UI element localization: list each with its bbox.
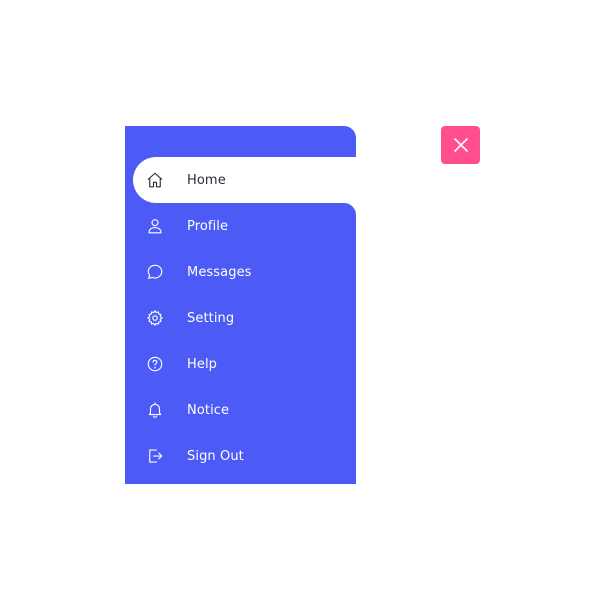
sidebar-item-help[interactable]: Help — [133, 341, 356, 387]
sidebar-item-profile[interactable]: Profile — [133, 203, 356, 249]
close-button[interactable] — [441, 126, 480, 164]
sidebar-item-label: Sign Out — [187, 448, 244, 464]
message-icon — [146, 263, 164, 281]
sidebar-item-label: Home — [187, 172, 226, 188]
sidebar-menu: Home Profile Messages Setting Help Notic… — [125, 126, 356, 484]
sign-out-icon — [146, 447, 164, 465]
sidebar-item-home[interactable]: Home — [133, 157, 356, 203]
help-icon — [146, 355, 164, 373]
sidebar-item-notice[interactable]: Notice — [133, 387, 356, 433]
sidebar-item-label: Profile — [187, 218, 229, 234]
sidebar-item-messages[interactable]: Messages — [133, 249, 356, 295]
sidebar-item-setting[interactable]: Setting — [133, 295, 356, 341]
sidebar-item-label: Setting — [187, 310, 235, 326]
close-icon — [453, 138, 468, 152]
sidebar-item-label: Help — [187, 356, 218, 372]
sidebar-item-sign-out[interactable]: Sign Out — [133, 433, 356, 479]
sidebar-item-label: Messages — [187, 264, 252, 280]
bell-icon — [146, 401, 164, 419]
home-icon — [146, 171, 164, 189]
sidebar-item-label: Notice — [187, 402, 230, 418]
gear-icon — [146, 309, 164, 327]
user-icon — [146, 217, 164, 235]
